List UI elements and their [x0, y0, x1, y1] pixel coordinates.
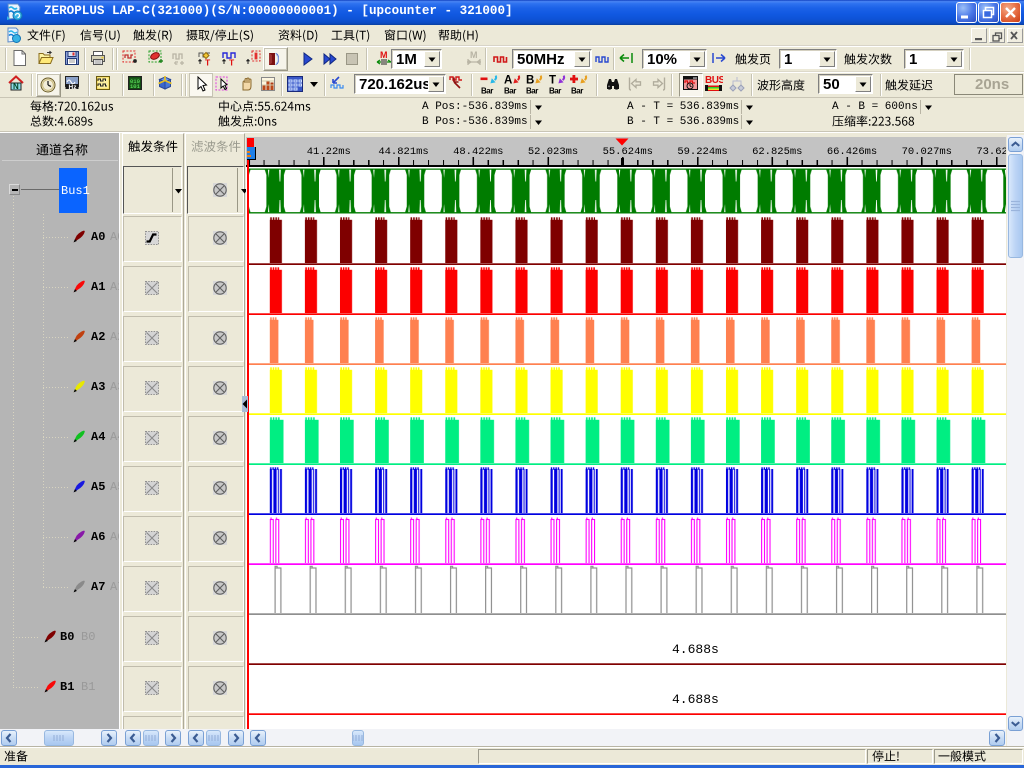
- svg-text:Bar: Bar: [549, 87, 561, 96]
- svg-text:T: T: [229, 58, 235, 67]
- svg-text:Bar: Bar: [571, 87, 583, 96]
- svg-text:A: A: [504, 75, 512, 87]
- svg-text:M: M: [380, 50, 388, 60]
- svg-text:Bar: Bar: [526, 87, 538, 96]
- svg-text:M: M: [470, 50, 478, 60]
- svg-text:B: B: [526, 75, 534, 87]
- svg-text:Hz: Hz: [69, 84, 78, 91]
- svg-text:Bar: Bar: [504, 87, 516, 96]
- svg-text:T: T: [205, 58, 211, 67]
- svg-text:T: T: [549, 75, 556, 87]
- svg-text:N: N: [13, 82, 19, 91]
- svg-text:BUS: BUS: [705, 75, 723, 86]
- svg-text:Bar: Bar: [481, 87, 493, 96]
- svg-text:101: 101: [130, 83, 141, 90]
